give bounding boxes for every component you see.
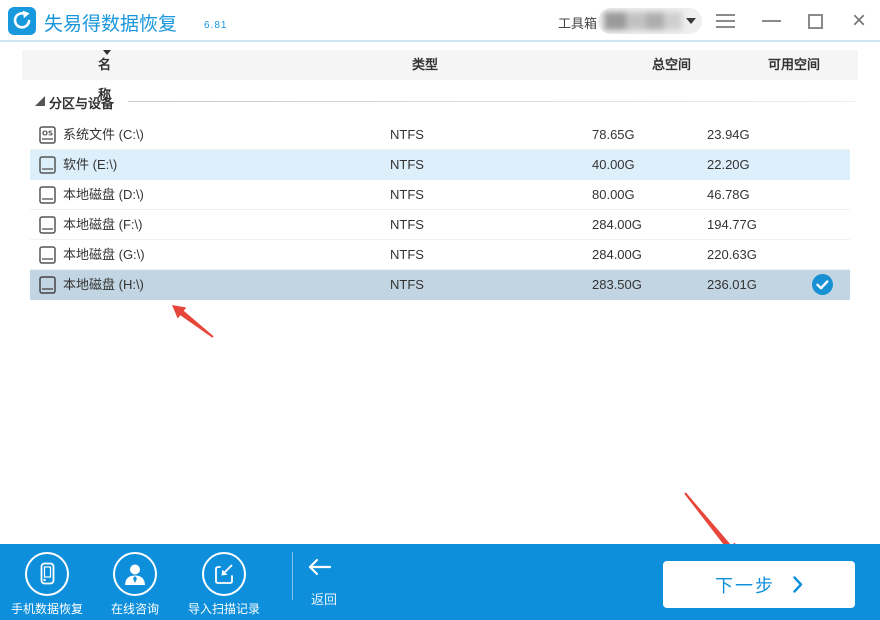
disk-icon (39, 156, 56, 174)
drive-total-space: 283.50G (592, 277, 642, 292)
next-step-button[interactable]: 下一步 (663, 561, 855, 608)
drive-free-space: 23.94G (707, 127, 750, 142)
back-button[interactable]: 返回 (305, 558, 351, 608)
column-header-free[interactable]: 可用空间 (768, 50, 820, 80)
table-header: 名称 类型 总空间 可用空间 (22, 50, 858, 102)
column-header-type[interactable]: 类型 (412, 50, 438, 80)
import-icon (202, 552, 246, 596)
next-label: 下一步 (715, 575, 775, 596)
titlebar: 失易得数据恢复 6.81 工具箱 × (0, 0, 880, 42)
section-header: 分区与设备 (0, 90, 880, 112)
menu-icon[interactable] (710, 0, 740, 42)
phone-icon (25, 552, 69, 596)
drive-free-space: 194.77G (707, 217, 757, 232)
disk-icon (39, 276, 56, 294)
section-divider (128, 101, 856, 102)
disk-icon (39, 216, 56, 234)
action-label: 在线咨询 (110, 602, 159, 616)
app-logo-icon (8, 7, 36, 35)
drive-total-space: 284.00G (592, 217, 642, 232)
drive-name: 本地磁盘 (F:\) (63, 217, 143, 232)
os-disk-icon: OS (39, 126, 56, 144)
drive-row-d[interactable]: 本地磁盘 (D:\) NTFS 80.00G 46.78G (30, 180, 850, 210)
close-button[interactable]: × (844, 0, 874, 42)
drive-type: NTFS (390, 217, 424, 232)
account-dropdown-caret-icon[interactable] (686, 18, 696, 24)
phone-data-recovery-button[interactable]: 手机数据恢复 (8, 552, 86, 617)
disk-icon (39, 246, 56, 264)
column-header-total[interactable]: 总空间 (652, 50, 691, 80)
import-scan-records-button[interactable]: 导入扫描记录 (185, 552, 263, 617)
footer-divider (292, 552, 293, 600)
redacted-account-name (604, 12, 682, 30)
drive-row-f[interactable]: 本地磁盘 (F:\) NTFS 284.00G 194.77G (30, 210, 850, 240)
drive-total-space: 284.00G (592, 247, 642, 262)
footer-toolbar: 手机数据恢复 在线咨询 导入扫描记录 返回 下一步 (0, 544, 880, 620)
section-title: 分区与设备 (49, 96, 115, 111)
drive-type: NTFS (390, 127, 424, 142)
drive-free-space: 46.78G (707, 187, 750, 202)
drive-row-h-selected[interactable]: 本地磁盘 (H:\) NTFS 283.50G 236.01G (30, 270, 850, 300)
selected-check-icon (812, 274, 833, 295)
back-label: 返回 (311, 592, 338, 607)
back-arrow-icon (308, 558, 332, 576)
drive-row-c[interactable]: OS 系统文件 (C:\) NTFS 78.65G 23.94G (30, 120, 850, 150)
next-chevron-icon (793, 576, 803, 593)
drive-total-space: 78.65G (592, 127, 635, 142)
drive-name: 本地磁盘 (H:\) (63, 277, 144, 292)
disk-icon (39, 186, 56, 204)
drive-type: NTFS (390, 247, 424, 262)
svg-text:OS: OS (42, 130, 53, 138)
section-collapse-icon[interactable] (35, 96, 45, 106)
action-label: 导入扫描记录 (187, 602, 260, 616)
drive-type: NTFS (390, 187, 424, 202)
person-icon (113, 552, 157, 596)
drive-name: 本地磁盘 (G:\) (63, 247, 145, 262)
drive-list: OS 系统文件 (C:\) NTFS 78.65G 23.94G 软件 (E:\… (30, 120, 850, 300)
drive-name: 本地磁盘 (D:\) (63, 187, 144, 202)
drive-row-g[interactable]: 本地磁盘 (G:\) NTFS 284.00G 220.63G (30, 240, 850, 270)
drive-total-space: 80.00G (592, 187, 635, 202)
drive-name: 软件 (E:\) (63, 157, 118, 172)
app-title: 失易得数据恢复 (44, 14, 178, 35)
app-version: 6.81 (204, 20, 228, 31)
drive-free-space: 22.20G (707, 157, 750, 172)
drive-total-space: 40.00G (592, 157, 635, 172)
red-arrow-pointing-to-selected-row (172, 305, 214, 338)
drive-free-space: 220.63G (707, 247, 757, 262)
action-label: 手机数据恢复 (10, 602, 83, 616)
drive-row-e[interactable]: 软件 (E:\) NTFS 40.00G 22.20G (30, 150, 850, 180)
drive-name: 系统文件 (C:\) (63, 127, 144, 142)
online-consultation-button[interactable]: 在线咨询 (96, 552, 174, 617)
maximize-button[interactable] (800, 0, 830, 42)
drive-type: NTFS (390, 277, 424, 292)
drive-free-space: 236.01G (707, 277, 757, 292)
drive-type: NTFS (390, 157, 424, 172)
minimize-button[interactable] (756, 0, 786, 42)
sort-caret-icon (103, 50, 111, 55)
toolbox-label[interactable]: 工具箱 (558, 13, 597, 32)
